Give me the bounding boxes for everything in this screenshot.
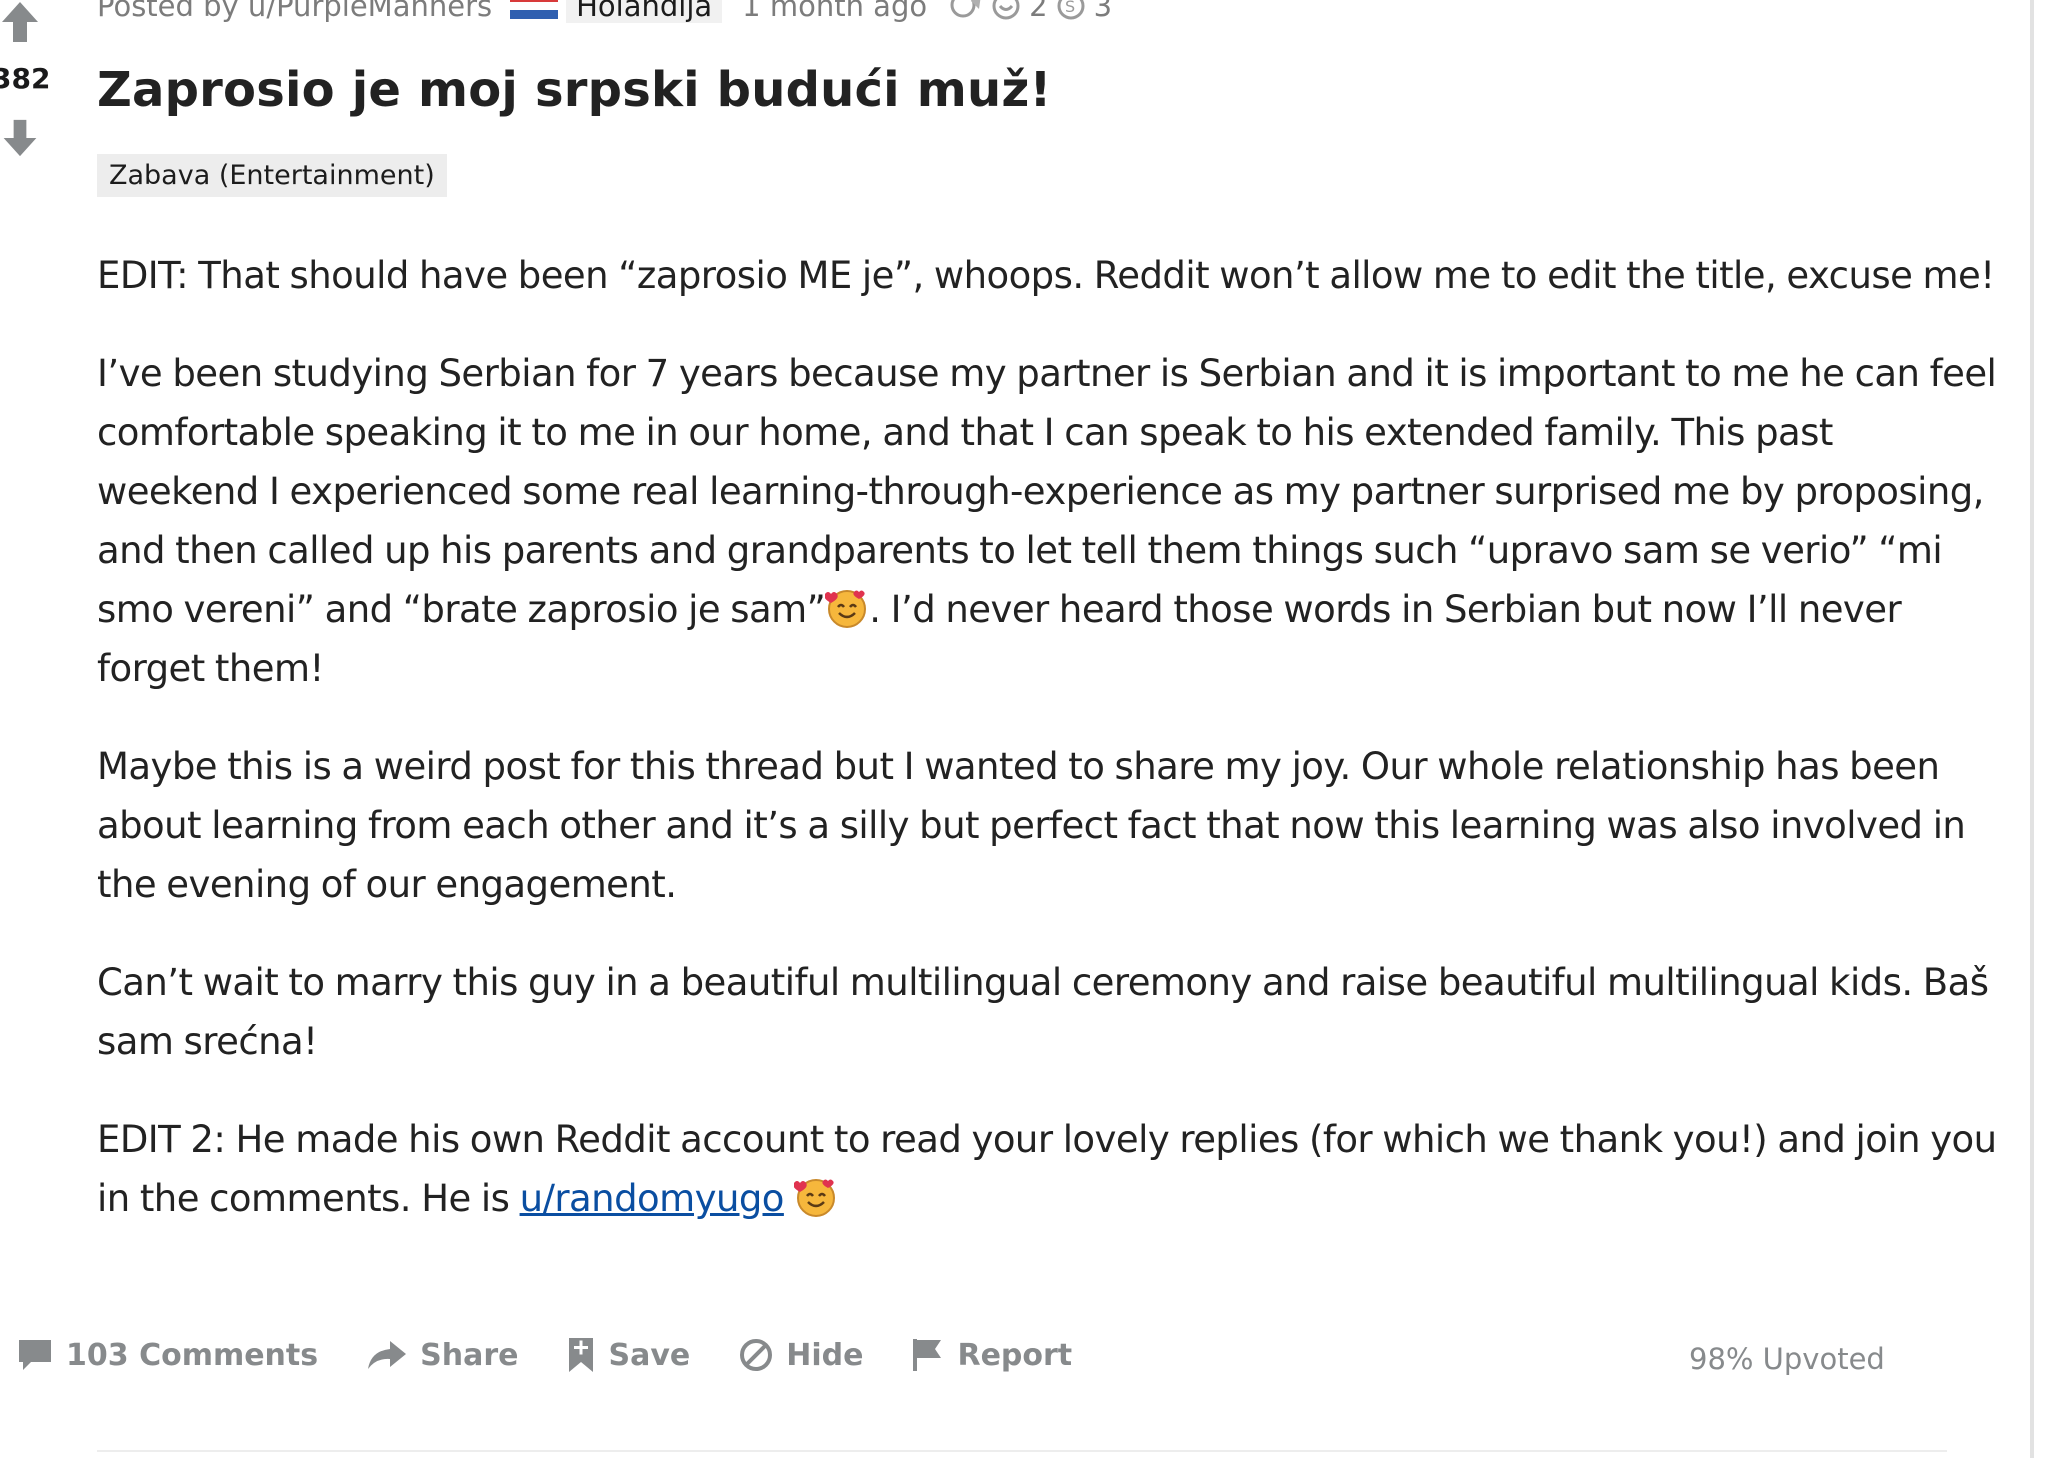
smiling-face-with-hearts-icon (794, 1179, 836, 1217)
share-label: Share (420, 1337, 519, 1373)
report-button[interactable]: Report (911, 1337, 1072, 1373)
post-body: EDIT: That should have been “zaprosio ME… (97, 246, 1997, 1267)
award-count: 2 (1029, 0, 1048, 23)
post-meta: Posted by u/PurpleManners Holandija 1 mo… (97, 0, 1112, 26)
share-button[interactable]: Share (366, 1338, 518, 1373)
posted-by[interactable]: Posted by u/PurpleManners (97, 0, 492, 23)
vote-column: 382 (0, 0, 70, 200)
award-group: 2 S 3 (947, 0, 1112, 23)
post-time[interactable]: 1 month ago (742, 0, 927, 23)
user-flair: Holandija (566, 0, 723, 23)
save-label: Save (608, 1337, 691, 1373)
svg-text:S: S (1065, 0, 1075, 16)
hide-button[interactable]: Hide (738, 1337, 863, 1373)
award-icon (992, 0, 1020, 20)
hide-label: Hide (786, 1337, 864, 1373)
flag-icon (913, 1339, 942, 1371)
award-count: 3 (1093, 0, 1113, 23)
netherlands-flag-icon (510, 0, 559, 19)
report-label: Report (957, 1337, 1073, 1373)
post-paragraph: Maybe this is a weird post for this thre… (97, 745, 1966, 906)
save-button[interactable]: Save (566, 1336, 690, 1374)
post-title[interactable]: Zaprosio je moj srpski budući muž! (97, 62, 1052, 118)
post-paragraph: I’ve been studying Serbian for 7 years b… (97, 344, 1997, 698)
smiling-face-with-hearts-icon (825, 590, 867, 628)
paragraph-text: EDIT 2: He made his own Reddit account t… (97, 1118, 1997, 1220)
comments-label: 103 Comments (66, 1337, 319, 1373)
post-paragraph: EDIT: That should have been “zaprosio ME… (97, 254, 1995, 297)
hide-icon (740, 1339, 773, 1371)
post-action-bar: 103 Comments Share Save Hide Report (16, 1336, 1072, 1374)
post-flair[interactable]: Zabava (Entertainment) (97, 154, 447, 197)
share-icon (368, 1341, 407, 1369)
bookmark-icon (569, 1338, 594, 1372)
divider (97, 1450, 1947, 1452)
coin-icon: S (1057, 0, 1085, 20)
arrow-up-icon[interactable] (0, 0, 40, 44)
post-paragraph: Can’t wait to marry this guy in a beauti… (97, 961, 1989, 1063)
award-icon (950, 0, 981, 18)
scrollbar-edge (2030, 0, 2034, 1458)
comments-button[interactable]: 103 Comments (16, 1337, 318, 1373)
arrow-down-icon[interactable] (0, 118, 40, 158)
post-paragraph: EDIT 2: He made his own Reddit account t… (97, 1110, 1997, 1228)
vote-count: 382 (0, 62, 51, 95)
user-link[interactable]: u/randomyugo (520, 1177, 785, 1220)
comment-icon (19, 1340, 51, 1370)
upvote-ratio: 98% Upvoted (1689, 1342, 1885, 1376)
